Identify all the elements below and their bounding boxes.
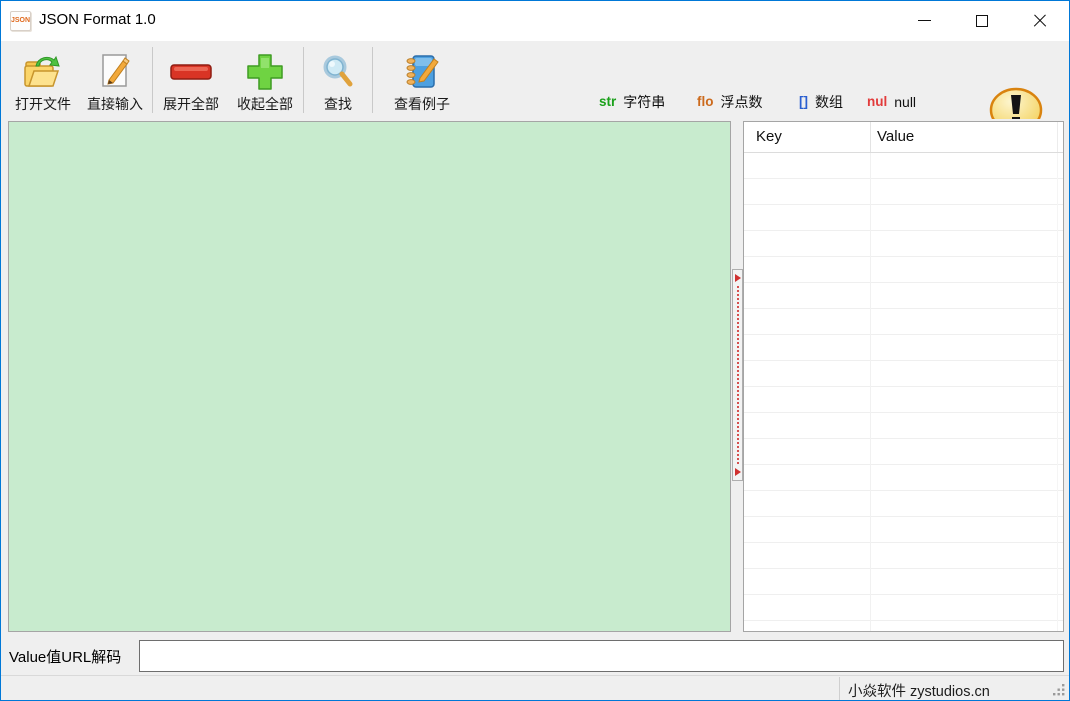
find-button[interactable]: 查找: [305, 44, 371, 116]
toolbar: 打开文件 直接输入: [1, 41, 1069, 119]
panel-splitter[interactable]: [732, 269, 743, 481]
legend-null: nul null: [867, 94, 987, 110]
minimize-button[interactable]: [895, 1, 953, 40]
maximize-button[interactable]: [953, 1, 1011, 40]
legend-abbr: str: [599, 94, 616, 109]
app-window: JSON JSON Format 1.0 打开文件: [0, 0, 1070, 701]
open-file-button[interactable]: 打开文件: [7, 44, 79, 116]
app-icon: JSON: [10, 11, 31, 31]
close-icon: [1033, 14, 1047, 28]
legend-abbr: nul: [867, 94, 887, 109]
splitter-arrow-top-icon: [735, 274, 741, 282]
open-file-icon: [22, 49, 64, 95]
minimize-icon: [918, 20, 931, 21]
window-title: JSON Format 1.0: [39, 11, 156, 28]
legend-label: 浮点数: [721, 92, 763, 112]
maximize-icon: [976, 15, 988, 27]
legend-label: 字符串: [623, 92, 665, 112]
resize-grip-icon[interactable]: [1053, 684, 1066, 697]
column-divider-line: [870, 153, 871, 631]
legend-label: 数组: [815, 92, 843, 112]
view-example-label: 查看例子: [394, 95, 450, 113]
titlebar: JSON JSON Format 1.0: [1, 1, 1069, 41]
legend-abbr: flo: [697, 94, 714, 109]
legend-abbr: []: [799, 94, 808, 109]
expand-all-icon: [168, 49, 214, 95]
key-value-header: Key Value: [744, 122, 1063, 153]
legend-label: null: [894, 94, 916, 110]
collapse-all-button[interactable]: 收起全部: [228, 44, 302, 116]
main-area: Key Value: [1, 119, 1069, 636]
window-controls: [895, 1, 1069, 40]
url-decode-row: Value值URL解码: [1, 636, 1069, 675]
view-example-icon: [402, 49, 442, 95]
statusbar: 小焱软件 zystudios.cn: [1, 675, 1069, 700]
column-divider-line: [1057, 153, 1058, 631]
toolbar-separator: [152, 47, 153, 113]
key-value-list[interactable]: [744, 153, 1063, 631]
direct-input-icon: [97, 49, 133, 95]
open-file-label: 打开文件: [15, 95, 71, 113]
find-label: 查找: [324, 95, 352, 113]
find-icon: [320, 49, 356, 95]
view-example-button[interactable]: 查看例子: [382, 44, 462, 116]
splitter-arrow-bottom-icon: [735, 468, 741, 476]
direct-input-button[interactable]: 直接输入: [79, 44, 151, 116]
close-button[interactable]: [1011, 1, 1069, 40]
toolbar-separator: [372, 47, 373, 113]
direct-input-label: 直接输入: [87, 95, 143, 113]
column-header-key[interactable]: Key: [756, 128, 782, 145]
legend-string: str 字符串: [599, 92, 697, 112]
expand-all-button[interactable]: 展开全部: [154, 44, 228, 116]
collapse-all-label: 收起全部: [237, 95, 293, 113]
toolbar-separator: [303, 47, 304, 113]
legend-float: flo 浮点数: [697, 92, 799, 112]
url-decode-input[interactable]: [139, 640, 1064, 672]
collapse-all-icon: [245, 49, 285, 95]
statusbar-text: 小焱软件 zystudios.cn: [848, 680, 990, 701]
expand-all-label: 展开全部: [163, 95, 219, 113]
key-value-panel: Key Value: [743, 121, 1064, 632]
statusbar-separator: [839, 677, 840, 700]
json-tree-panel[interactable]: [8, 121, 731, 632]
column-header-value[interactable]: Value: [877, 128, 914, 145]
url-decode-label: Value值URL解码: [9, 646, 121, 667]
legend-array: [] 数组: [799, 92, 867, 112]
splitter-dots: [737, 286, 739, 464]
column-divider: [1057, 122, 1058, 152]
column-divider[interactable]: [870, 122, 871, 152]
